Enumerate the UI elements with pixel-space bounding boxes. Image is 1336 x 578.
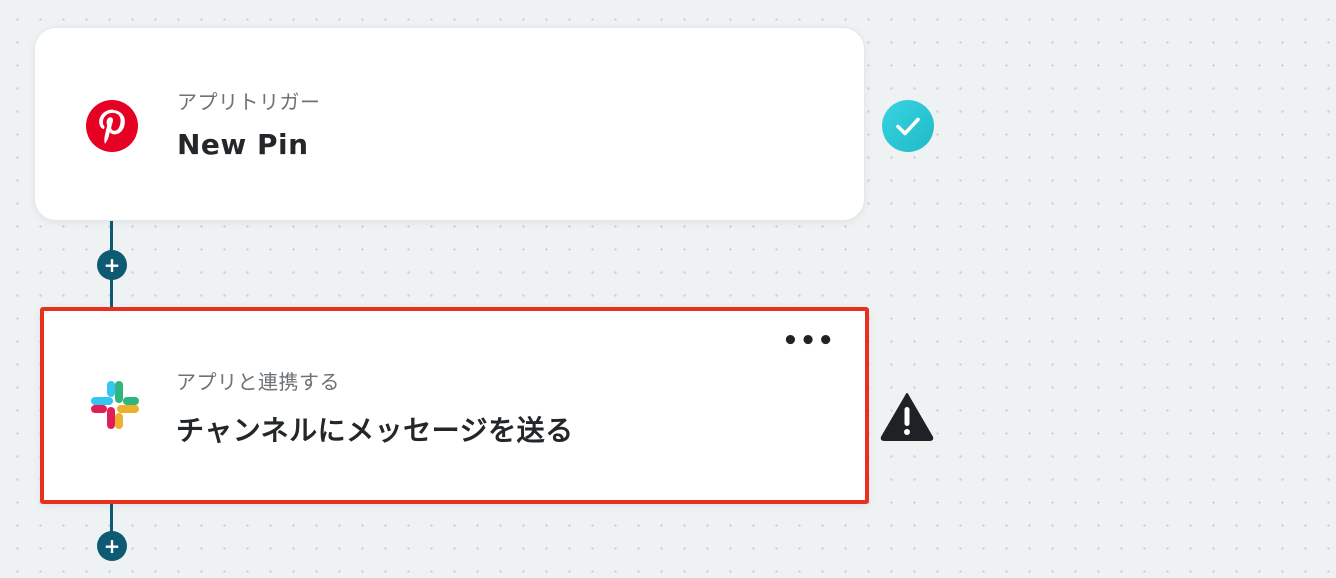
action-step-card[interactable]: アプリと連携する チャンネルにメッセージを送る •••	[40, 307, 869, 504]
step-type-label: アプリトリガー	[177, 90, 321, 114]
more-options-button[interactable]: •••	[782, 328, 835, 354]
warning-triangle-icon	[880, 393, 934, 441]
step-title: チャンネルにメッセージを送る	[176, 414, 574, 447]
pinterest-icon	[86, 100, 138, 152]
add-step-button[interactable]: +	[97, 531, 127, 561]
slack-icon	[91, 381, 139, 429]
step-type-label: アプリと連携する	[176, 370, 340, 394]
step-title: New Pin	[177, 128, 309, 161]
check-circle-icon	[882, 100, 934, 152]
trigger-step-card[interactable]: アプリトリガー New Pin	[34, 27, 865, 221]
add-step-button[interactable]: +	[97, 250, 127, 280]
